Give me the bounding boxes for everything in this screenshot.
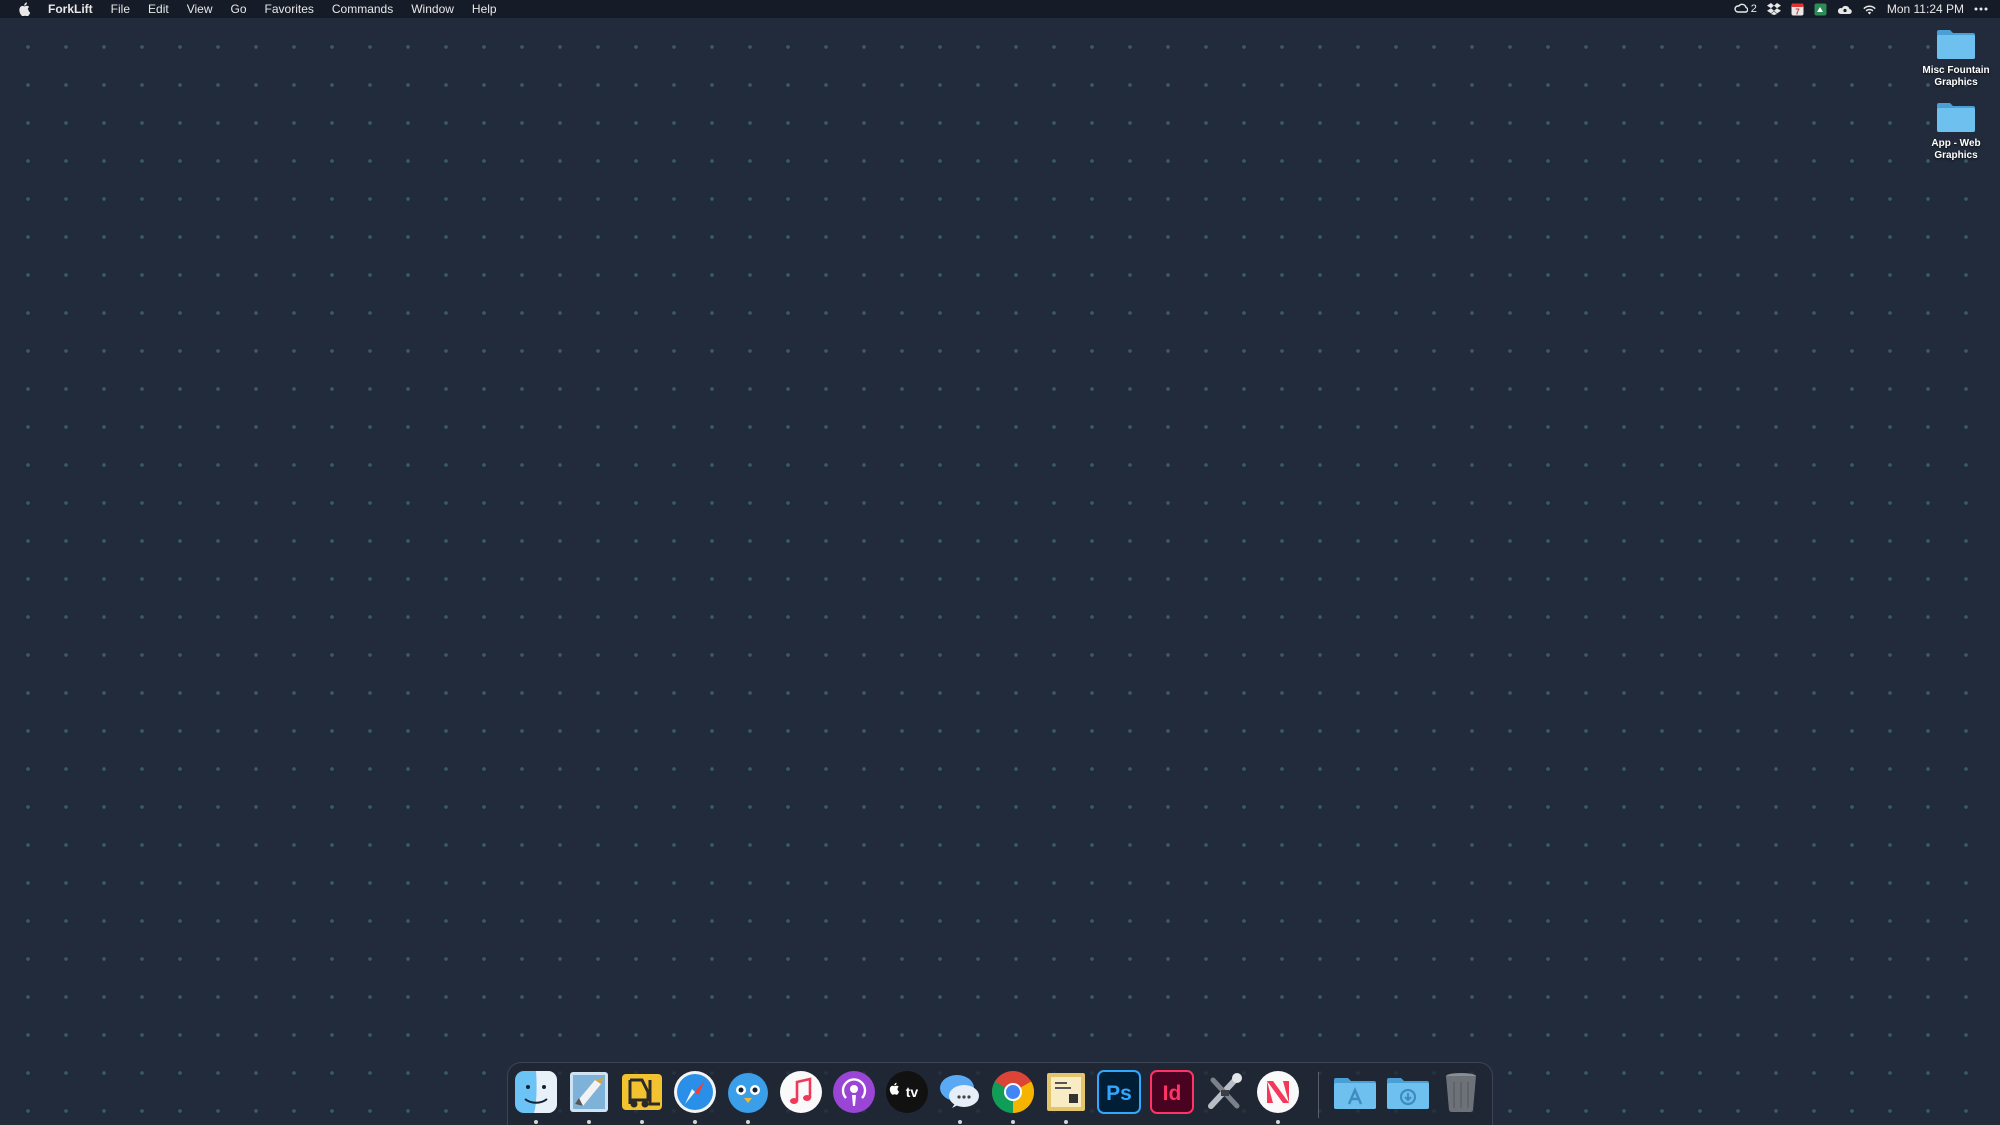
calendar-icon[interactable]: 7 [1791,2,1804,16]
photoshop-icon: Ps [1097,1070,1141,1114]
menu-favorites[interactable]: Favorites [256,0,323,18]
dock-app-safari[interactable] [671,1068,719,1116]
dock-app-photoshop[interactable]: Ps [1095,1068,1143,1116]
menu-commands[interactable]: Commands [323,0,402,18]
dock-app-stamps[interactable] [1042,1068,1090,1116]
folder-icon [1937,103,1975,132]
finder-icon [515,1071,557,1113]
dock-app-finder[interactable] [512,1068,560,1116]
dock-app-tweetbot[interactable] [724,1068,772,1116]
applications-folder-icon [1334,1078,1376,1109]
creative-cloud-status[interactable]: 2 [1734,2,1757,16]
dock-app-tv[interactable]: tv [883,1068,931,1116]
creative-cloud-icon [1734,2,1749,17]
menu-window[interactable]: Window [402,0,463,18]
tv-label: tv [906,1084,919,1100]
menu-view[interactable]: View [178,0,222,18]
stamps-icon [1047,1073,1085,1111]
calendar-day: 7 [1795,7,1800,16]
dock-separator [1318,1072,1319,1118]
dock-app-chrome[interactable] [989,1068,1037,1116]
dock-app-news[interactable] [1254,1068,1302,1116]
running-indicator [1064,1120,1068,1124]
dock-trash[interactable] [1437,1068,1485,1116]
dock-app-forklift[interactable] [618,1068,666,1116]
cloud-icon[interactable] [1837,2,1852,16]
menu-go[interactable]: Go [222,0,256,18]
menu-file[interactable]: File [102,0,139,18]
menubar-clock[interactable]: Mon 11:24 PM [1887,2,1964,16]
dock-folder-downloads[interactable] [1384,1068,1432,1116]
dropbox-icon[interactable] [1766,2,1781,16]
dock-app-podcasts[interactable] [830,1068,878,1116]
forklift-icon [622,1074,662,1110]
running-indicator [534,1120,538,1124]
dock-app-tools[interactable] [1201,1068,1249,1116]
desktop-item-app-web-graphics[interactable]: App - Web Graphics [1916,101,1996,162]
dock-app-mail[interactable] [565,1068,613,1116]
menu-bar: ForkLift File Edit View Go Favorites Com… [0,0,2000,18]
running-indicator [693,1120,697,1124]
creative-cloud-count: 2 [1750,3,1757,15]
indesign-label: Id [1163,1082,1182,1105]
wifi-icon[interactable] [1862,2,1877,16]
screen-icon[interactable] [1814,2,1827,16]
dock-app-music[interactable] [777,1068,825,1116]
apple-menu-icon[interactable] [16,1,32,17]
appletv-icon: tv [886,1071,928,1113]
desktop-item-misc-fountain-graphics[interactable]: Misc Fountain Graphics [1916,28,1996,89]
mail-icon [570,1072,608,1112]
podcasts-icon [833,1071,875,1113]
messages-icon [940,1075,979,1108]
music-icon [780,1071,822,1113]
menu-edit[interactable]: Edit [139,0,178,18]
trash-icon [1446,1073,1476,1113]
chrome-icon [991,1071,1035,1113]
dock-folder-applications[interactable] [1331,1068,1379,1116]
running-indicator [1011,1120,1015,1124]
running-indicator [958,1120,962,1124]
running-indicator [640,1120,644,1124]
running-indicator [587,1120,591,1124]
desktop-item-label: Misc Fountain Graphics [1922,65,1990,88]
running-indicator [1276,1120,1280,1124]
menu-help[interactable]: Help [463,0,506,18]
indesign-icon: Id [1150,1070,1194,1114]
news-icon [1257,1071,1299,1113]
dock-app-indesign[interactable]: Id [1148,1068,1196,1116]
app-menu-forklift[interactable]: ForkLift [44,0,102,18]
safari-icon [674,1071,716,1113]
more-icon[interactable] [1974,2,1988,16]
photoshop-label: Ps [1106,1082,1132,1105]
dock-app-messages[interactable] [936,1068,984,1116]
desktop-item-label: App - Web Graphics [1931,138,1981,161]
downloads-folder-icon [1387,1078,1429,1109]
folder-icon [1937,30,1975,59]
running-indicator [746,1120,750,1124]
tools-icon [1208,1073,1242,1109]
tweetbot-icon [728,1073,768,1113]
